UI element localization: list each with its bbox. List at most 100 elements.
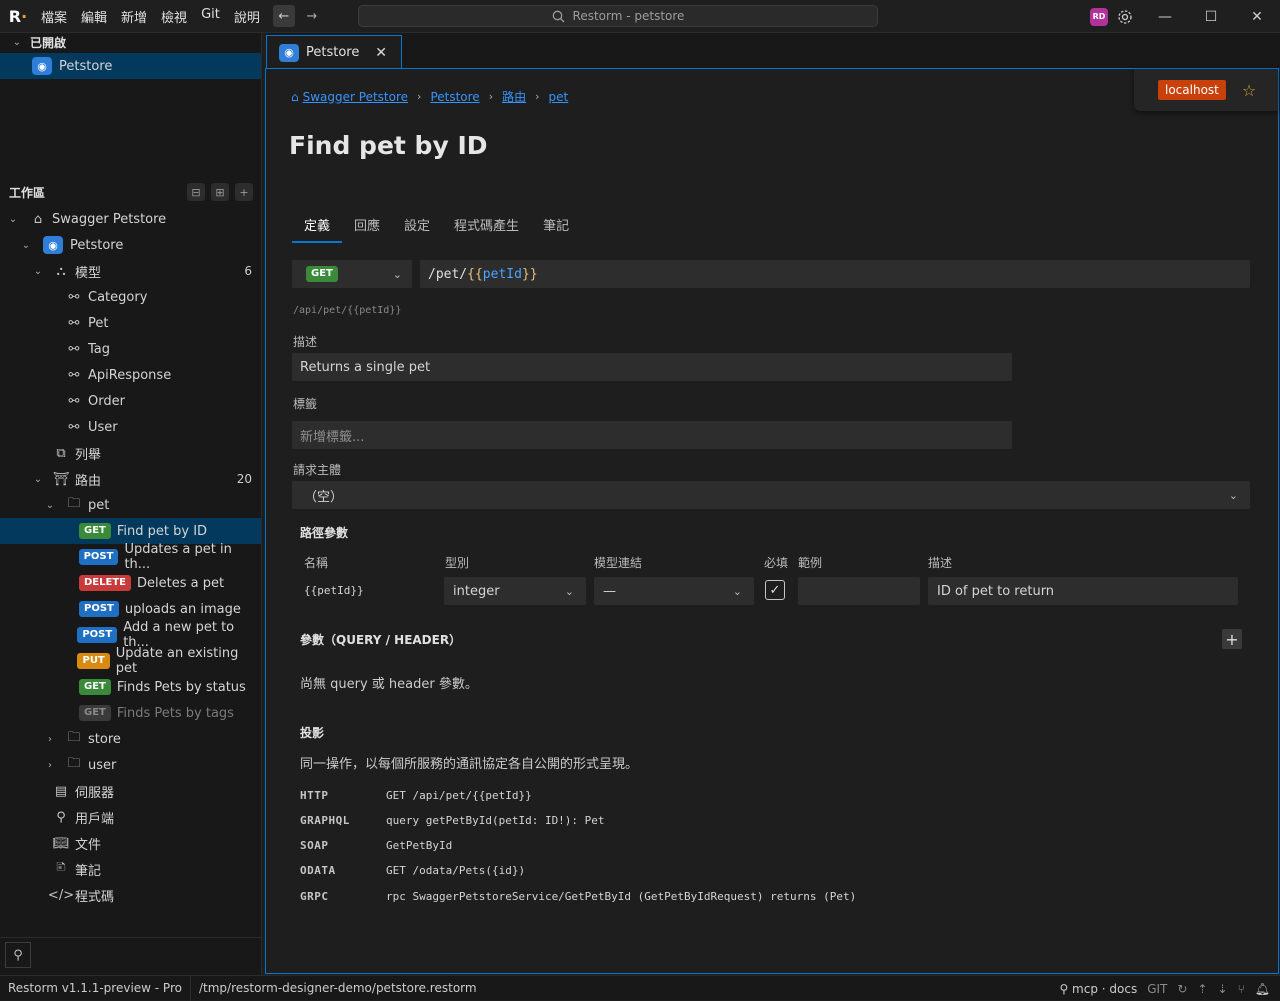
tree-models[interactable]: ⌄ ⛬ 模型 6 [0,258,261,284]
route-item[interactable]: GET Finds Pets by tags [0,700,261,726]
method-badge: GET [306,266,338,282]
route-label: Deletes a pet [137,575,225,591]
tab-settings[interactable]: 設定 [392,213,442,243]
folder-pet-label: pet [88,497,110,513]
param-description-input[interactable]: ID of pet to return [928,577,1238,605]
route-item[interactable]: POST Add a new pet to th... [0,620,261,650]
settings-button[interactable] [1116,8,1134,26]
tab-close-icon[interactable]: ✕ [375,45,387,61]
model-item[interactable]: ⚯ User [0,414,261,440]
folder-store[interactable]: › 🗀 store [0,726,261,752]
model-item[interactable]: ⚯ Pet [0,310,261,336]
route-item[interactable]: DELETE Deletes a pet [0,570,261,596]
open-section-title: 已開啟 [30,35,67,50]
model-item[interactable]: ⚯ ApiResponse [0,362,261,388]
tags-input[interactable]: 新增標籤... [292,421,1012,449]
bell-icon[interactable]: 🔔︎ [1255,982,1270,996]
projection-key: GRPC [300,890,329,903]
route-item[interactable]: GET Find pet by ID [0,518,261,544]
route-label: Update an existing pet [115,646,239,676]
chevron-down-icon: ⌄ [392,267,402,281]
breadcrumb-item[interactable]: pet [549,90,569,104]
git-pull-icon[interactable]: ⇣ [1218,982,1228,996]
body-select[interactable]: （空） ⌄ [292,481,1250,509]
param-example-input[interactable] [798,577,920,605]
tree-servers[interactable]: ▤ 伺服器 [0,778,261,804]
enum-icon: ⧉ [56,445,66,461]
tree-notes[interactable]: 🗈 筆記 [0,856,261,882]
minimize-icon: — [1158,8,1172,25]
url-input[interactable]: /pet/{{petId}} [420,260,1250,288]
add-workspace-button[interactable]: + [235,183,253,201]
back-button[interactable]: ← [272,5,295,27]
star-icon[interactable]: ☆ [1242,81,1256,100]
col-header-name: 名稱 [304,556,329,570]
add-param-button[interactable]: + [1222,629,1242,649]
col-header-required: 必填 [764,556,789,570]
route-item[interactable]: PUT Update an existing pet [0,646,261,676]
chevron-down-icon: ⌄ [33,265,43,277]
breadcrumb-item[interactable]: Swagger Petstore [303,90,408,104]
method-select[interactable]: GET ⌄ [292,260,412,288]
git-branch-icon[interactable]: ⑂ [1238,982,1245,996]
folder-user[interactable]: › 🗀 user [0,752,261,778]
param-required-checkbox[interactable]: ✓ [765,580,785,600]
menu-view[interactable]: 檢視 [154,3,194,30]
tab-definition[interactable]: 定義 [292,213,343,243]
expand-all-button[interactable]: ⊞ [211,183,229,201]
route-label: Updates a pet in th... [124,542,232,572]
folder-pet[interactable]: ⌄ 🗀 pet [0,492,261,518]
menu-file[interactable]: 檔案 [34,3,74,30]
projection-value: rpc SwaggerPetstoreService/GetPetById (G… [386,890,857,903]
model-item[interactable]: ⚯ Tag [0,336,261,362]
menu-new[interactable]: 新增 [114,3,154,30]
pin-button[interactable]: ⚲ [5,942,31,968]
model-item[interactable]: ⚯ Category [0,284,261,310]
tree-project[interactable]: ⌄ ◉ Petstore [0,232,261,258]
status-mcp[interactable]: ⚲ mcp · docs [1059,982,1137,996]
git-push-icon[interactable]: ⇡ [1197,982,1207,996]
tree-code[interactable]: </> 程式碼 [0,882,261,908]
route-item[interactable]: POST Updates a pet in th... [0,542,261,572]
breadcrumb-item[interactable]: Petstore [430,90,479,104]
folder-user-label: user [88,757,117,773]
tree-root[interactable]: ⌄ ⌂ Swagger Petstore [0,206,261,232]
model-item[interactable]: ⚯ Order [0,388,261,414]
model-label: ApiResponse [88,367,172,383]
menu-git[interactable]: Git [194,3,227,30]
menu-edit[interactable]: 編輯 [74,3,114,30]
tab-response[interactable]: 回應 [342,213,392,243]
close-window-button[interactable]: ✕ [1234,0,1280,33]
avatar[interactable]: RD [1090,7,1108,26]
tree-docs[interactable]: 📖︎ 文件 [0,830,261,856]
route-item[interactable]: GET Finds Pets by status [0,674,261,700]
method-badge: DELETE [79,575,131,591]
param-type-select[interactable]: integer ⌄ [444,577,586,605]
title-bar: R · 檔案 編輯 新增 檢視 Git 說明 ← → Restorm - pets… [0,0,1280,33]
col-header-description: 描述 [928,556,953,570]
open-section-header[interactable]: ⌄ 已開啟 [0,33,261,51]
maximize-button[interactable]: ☐ [1188,0,1234,33]
collapse-all-button[interactable]: ⊟ [187,183,205,201]
tree-clients[interactable]: ⚲ 用戶端 [0,804,261,830]
git-refresh-icon[interactable]: ↻ [1177,982,1187,996]
minimize-button[interactable]: — [1142,0,1188,33]
open-item-petstore[interactable]: ◉ Petstore [0,53,261,79]
tab-notes[interactable]: 筆記 [531,213,581,243]
tree-routes[interactable]: ⌄ ⛩ 路由 20 [0,466,261,492]
tab-petstore[interactable]: ◉ Petstore ✕ [266,35,402,69]
param-model-select[interactable]: — ⌄ [594,577,754,605]
chevron-down-icon: ⌄ [21,239,31,251]
forward-button[interactable]: → [301,5,323,27]
editor-tab-bar: ◉ Petstore ✕ [266,33,1280,69]
route-label: Finds Pets by status [116,679,246,695]
menu-help[interactable]: 說明 [227,3,267,30]
command-search[interactable]: Restorm - petstore [358,5,878,27]
server-button[interactable]: localhost [1158,80,1226,100]
tab-codegen[interactable]: 程式碼產生 [442,213,531,243]
tree-enums[interactable]: ⧉ 列舉 [0,440,261,466]
models-count: 6 [244,264,252,278]
route-item[interactable]: POST uploads an image [0,596,261,622]
description-input[interactable]: Returns a single pet [292,353,1012,381]
breadcrumb-item[interactable]: 路由 [502,88,526,105]
